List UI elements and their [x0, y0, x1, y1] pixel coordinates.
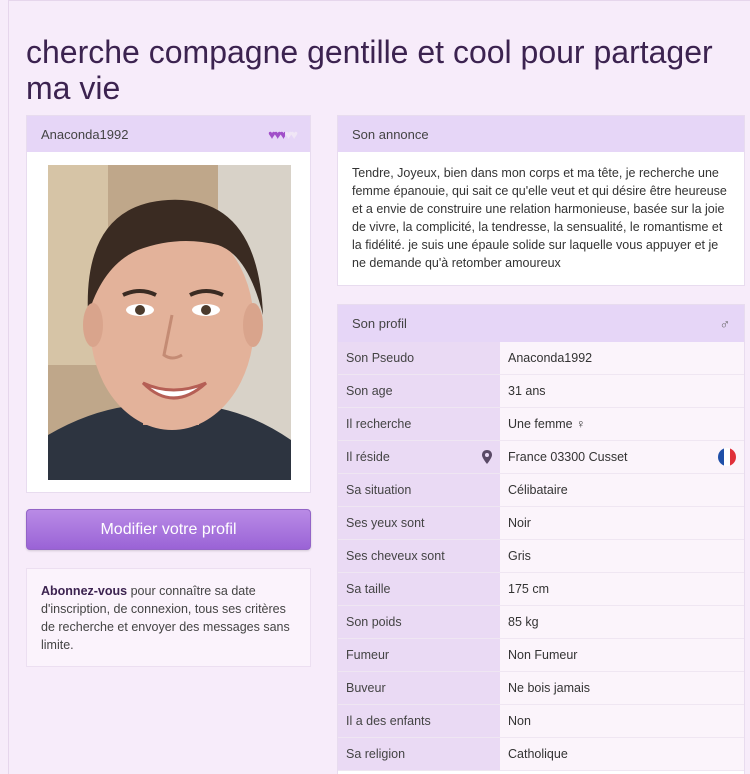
profile-label-text: Sa taille: [346, 582, 391, 596]
user-card-header: Anaconda1992 ♥♥♥♥♥: [27, 116, 310, 152]
profile-row: Buveur Ne bois jamais: [338, 672, 744, 705]
profile-row-label: Ses yeux sont: [338, 507, 500, 539]
profile-row: Sa taille 175 cm: [338, 573, 744, 606]
profile-label-text: Sa situation: [346, 483, 412, 497]
profile-label-text: Sa religion: [346, 747, 406, 761]
page-title: cherche compagne gentille et cool pour p…: [26, 34, 713, 106]
profile-row: Sa situation Célibataire: [338, 474, 744, 507]
profile-label-text: Il recherche: [346, 417, 412, 431]
profile-label-text: Ses cheveux sont: [346, 549, 445, 563]
profile-photo[interactable]: [48, 165, 291, 480]
subscribe-promo: Abonnez-vous pour connaître sa date d'in…: [26, 568, 311, 667]
profile-row: Ses cheveux sont Gris: [338, 540, 744, 573]
announce-text: Tendre, Joyeux, bien dans mon corps et m…: [352, 166, 727, 270]
username: Anaconda1992: [41, 126, 129, 142]
profile-header: Son profil ♂: [338, 305, 744, 342]
profile-value-text: Catholique: [508, 747, 568, 761]
profile-row-value: Non: [500, 705, 744, 737]
profile-row-label: Son Pseudo: [338, 342, 500, 374]
profile-value-text: Non: [508, 714, 531, 728]
subscribe-link[interactable]: Abonnez-vous: [41, 584, 127, 598]
profile-row: Fumeur Non Fumeur: [338, 639, 744, 672]
profile-row: Ses yeux sont Noir: [338, 507, 744, 540]
profile-row-label: Son poids: [338, 606, 500, 638]
france-flag-icon: [718, 448, 736, 466]
profile-row: Son poids 85 kg: [338, 606, 744, 639]
profile-label-text: Fumeur: [346, 648, 390, 662]
profile-row-value: Non Fumeur: [500, 639, 744, 671]
profile-label-text: Ses yeux sont: [346, 516, 425, 530]
profile-value-text: Une femme ♀: [508, 417, 586, 431]
profile-value-text: Gris: [508, 549, 531, 563]
male-icon: ♂: [719, 315, 731, 332]
profile-row-value: Ne bois jamais: [500, 672, 744, 704]
profile-label-text: Il a des enfants: [346, 714, 431, 728]
rating-hearts-icon: ♥♥♥♥♥: [268, 126, 298, 142]
profile-value-text: 85 kg: [508, 615, 539, 629]
profile-value-text: 31 ans: [508, 384, 546, 398]
profile-label-text: Il réside: [346, 450, 390, 464]
profile-value-text: Célibataire: [508, 483, 568, 497]
announce-heading: Son annonce: [352, 126, 429, 142]
profile-row-value: Une femme ♀: [500, 408, 744, 440]
profile-label-text: Son age: [346, 384, 393, 398]
profile-card: Son profil ♂ Son Pseudo Anaconda1992 Son a…: [337, 304, 745, 774]
profile-value-text: 175 cm: [508, 582, 549, 596]
profile-label-text: Son poids: [346, 615, 402, 629]
profile-row-label: Son age: [338, 375, 500, 407]
profile-row: Il recherche Une femme ♀: [338, 408, 744, 441]
profile-row-label: Il réside: [338, 441, 500, 473]
profile-heading: Son profil: [352, 316, 407, 331]
modify-profile-button[interactable]: Modifier votre profil: [26, 509, 311, 550]
profile-row-value: Célibataire: [500, 474, 744, 506]
profile-row-label: Buveur: [338, 672, 500, 704]
profile-value-text: France 03300 Cusset: [508, 450, 628, 464]
profile-row-value: 175 cm: [500, 573, 744, 605]
profile-row-value: 85 kg: [500, 606, 744, 638]
profile-row-value: 31 ans: [500, 375, 744, 407]
profile-row: Il réside France 03300 Cusset: [338, 441, 744, 474]
profile-row-label: Sa situation: [338, 474, 500, 506]
profile-row: Sa religion Catholique: [338, 738, 744, 771]
profile-row-label: Il recherche: [338, 408, 500, 440]
profile-row-value: Noir: [500, 507, 744, 539]
user-card: Anaconda1992 ♥♥♥♥♥: [26, 115, 311, 493]
profile-row: Son age 31 ans: [338, 375, 744, 408]
profile-row-value: Anaconda1992: [500, 342, 744, 374]
profile-row-label: Ses cheveux sont: [338, 540, 500, 572]
profile-row-label: Il a des enfants: [338, 705, 500, 737]
announce-card: Son annonce Tendre, Joyeux, bien dans mo…: [337, 115, 745, 286]
profile-value-text: Anaconda1992: [508, 351, 593, 365]
profile-row-label: Sa taille: [338, 573, 500, 605]
profile-row-value: France 03300 Cusset: [500, 441, 744, 473]
profile-label-text: Son Pseudo: [346, 351, 415, 365]
profile-value-text: Non Fumeur: [508, 648, 578, 662]
profile-label-text: Buveur: [346, 681, 386, 695]
profile-row: Son Pseudo Anaconda1992: [338, 342, 744, 375]
profile-row-label: Sa religion: [338, 738, 500, 770]
profile-value-text: Ne bois jamais: [508, 681, 590, 695]
profile-value-text: Noir: [508, 516, 531, 530]
location-pin-icon[interactable]: [482, 450, 492, 464]
profile-row-label: Fumeur: [338, 639, 500, 671]
announce-header: Son annonce: [338, 116, 744, 152]
profile-row-value: Gris: [500, 540, 744, 572]
profile-row: Il a des enfants Non: [338, 705, 744, 738]
profile-row-value: Catholique: [500, 738, 744, 770]
